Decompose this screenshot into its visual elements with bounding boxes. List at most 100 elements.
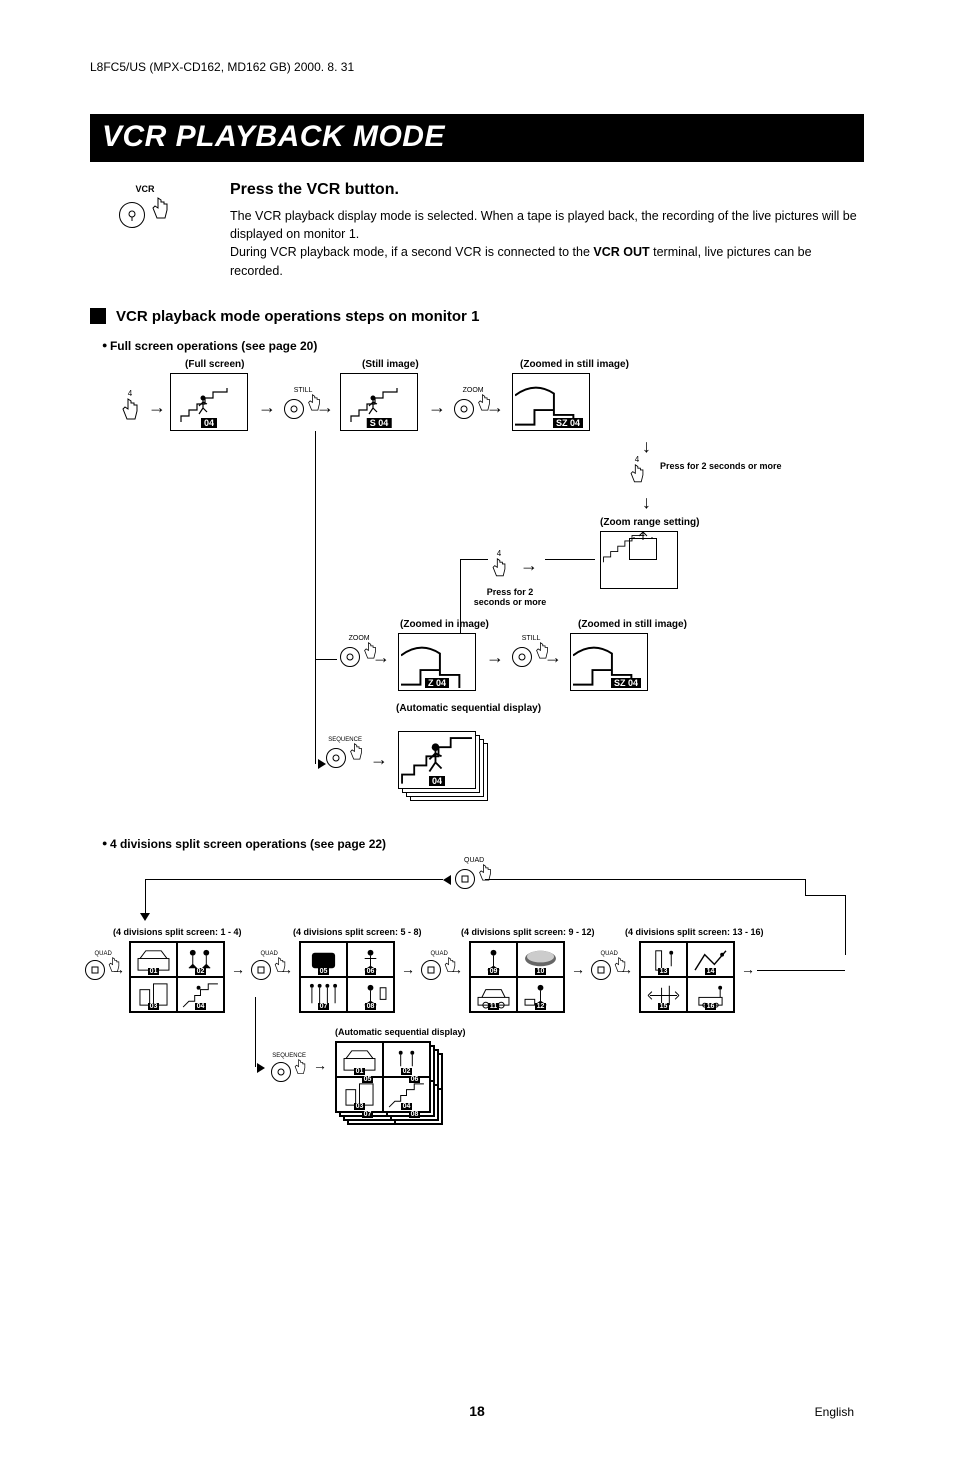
- button-still-label: STILL: [512, 635, 550, 642]
- cell-label: 10: [535, 968, 547, 975]
- bullet-4divisions: 4 divisions split screen operations (see…: [102, 837, 864, 851]
- arrow-right-icon: →: [520, 555, 538, 576]
- intro-line2: During VCR playback mode, if a second VC…: [230, 243, 864, 279]
- circle-icon: [340, 647, 360, 667]
- arrow-right-icon: →: [372, 647, 390, 668]
- button-4-label: 4: [628, 455, 646, 464]
- cell-label: 04: [401, 1103, 413, 1110]
- thumb-label: 04: [201, 418, 217, 428]
- bullet-fullscreen: Full screen operations (see page 20): [102, 339, 864, 353]
- arrow-right-icon: →: [428, 397, 446, 418]
- circle-icon: [284, 399, 304, 419]
- note-press2: Press for 2 seconds or more: [660, 461, 782, 472]
- cell-label: 12: [535, 1003, 547, 1010]
- arrow-down-icon: →: [639, 494, 660, 512]
- arrow-right-icon: →: [401, 961, 415, 977]
- cell-label: 07: [362, 1111, 374, 1118]
- arrow-right-icon: →: [571, 961, 585, 977]
- cell-label: 05: [318, 968, 330, 975]
- arrow-down-icon: →: [639, 438, 660, 456]
- thumb-zoomed: Z 04: [398, 633, 476, 691]
- arrow-right-icon: →: [486, 647, 504, 668]
- cell-label: 15: [658, 1003, 670, 1010]
- button-4-hold-2: 4: [490, 549, 508, 582]
- cell-label: 08: [409, 1111, 421, 1118]
- circle-icon: [454, 399, 474, 419]
- caption-zoomed: (Zoomed in image): [400, 619, 489, 630]
- hand-cursor-icon: [477, 864, 493, 884]
- cell-label: 02: [401, 1068, 413, 1075]
- note-press2-b: Press for 2 seconds or more: [470, 587, 550, 609]
- cell-label: 07: [318, 1003, 330, 1010]
- thumb-label: Z 04: [425, 678, 449, 688]
- hand-cursor-icon: [293, 1059, 307, 1077]
- quad-thumb-4: 13 14 15 16: [639, 941, 735, 1013]
- fullscreen-flow-diagram: 4 → (Full screen) 04 → STILL → (Still im…: [100, 359, 860, 829]
- quad-thumb-2: 05 06 07 08: [299, 941, 395, 1013]
- intro-text: Press the VCR button. The VCR playback d…: [230, 178, 864, 280]
- thumb-label: S 04: [367, 418, 392, 428]
- button-quad-label: QUAD: [455, 857, 493, 864]
- button-4: 4: [120, 389, 140, 426]
- vcr-circle-icon: [119, 202, 145, 228]
- arrow-right-icon: →: [279, 961, 293, 977]
- thumb-label: 04: [429, 776, 445, 786]
- page-number: 18: [0, 1403, 954, 1419]
- arrow-right-icon: →: [544, 647, 562, 668]
- thumb-zoom-range: [600, 531, 678, 589]
- caption-full: (Full screen): [185, 359, 244, 370]
- cell-label: 06: [409, 1076, 421, 1083]
- caption-zoom-range: (Zoom range setting): [600, 517, 699, 528]
- arrow-right-icon: →: [449, 961, 463, 977]
- button-sequence: SEQUENCE: [326, 737, 364, 768]
- caption-auto-seq: (Automatic sequential display): [396, 703, 541, 714]
- caption-quad4: (4 divisions split screen: 13 - 16): [625, 927, 764, 937]
- page-language: English: [815, 1405, 854, 1419]
- caption-auto-seq-2: (Automatic sequential display): [335, 1027, 466, 1037]
- quad-thumb-1: 01 02 03 04: [129, 941, 225, 1013]
- arrow-right-icon: →: [316, 397, 334, 418]
- button-4-label: 4: [490, 549, 508, 558]
- caption-zoomed-still: (Zoomed in still image): [520, 359, 629, 370]
- cell-label: 11: [488, 1003, 499, 1010]
- section-title: VCR playback mode operations steps on mo…: [116, 308, 479, 325]
- vcr-button-illustration: VCR: [90, 178, 200, 280]
- section-heading: VCR playback mode operations steps on mo…: [90, 308, 864, 325]
- button-zoom-label: ZOOM: [454, 387, 492, 394]
- circle-icon: [85, 960, 105, 980]
- intro-row: VCR Press the VCR button. The VCR playba…: [90, 178, 864, 280]
- circle-icon: [421, 960, 441, 980]
- arrows-icon: [631, 530, 655, 542]
- arrow-right-icon: →: [619, 961, 633, 977]
- caption-quad2: (4 divisions split screen: 5 - 8): [293, 927, 422, 937]
- vcr-label: VCR: [90, 184, 200, 194]
- page-title-bar: VCR PLAYBACK MODE: [90, 114, 864, 162]
- arrow-right-icon: →: [258, 397, 276, 418]
- cell-label: 03: [148, 1003, 160, 1010]
- caption-quad3: (4 divisions split screen: 9 - 12): [461, 927, 595, 937]
- cell-label: 01: [148, 968, 160, 975]
- hand-cursor-icon: [348, 743, 364, 763]
- thumb-label: SZ 04: [553, 418, 583, 428]
- arrow-right-icon: →: [370, 749, 388, 770]
- intro-line1: The VCR playback display mode is selecte…: [230, 207, 864, 243]
- header-note: L8FC5/US (MPX-CD162, MD162 GB) 2000. 8. …: [90, 60, 864, 74]
- hand-cursor-icon: [149, 196, 171, 227]
- cell-label: 02: [195, 968, 207, 975]
- hand-cursor-icon: [120, 398, 140, 424]
- button-4-hold: 4: [628, 455, 646, 488]
- thumb-fullscreen: 04: [170, 373, 248, 431]
- quad-thumb-3: 09 10 11 12: [469, 941, 565, 1013]
- caption-zoomed-still-2: (Zoomed in still image): [578, 619, 687, 630]
- quad-flow-diagram: QUAD (4 divisions split screen: 1 - 4) Q…: [85, 857, 865, 1117]
- arrow-right-icon: →: [111, 961, 125, 977]
- arrow-right-icon: →: [313, 1057, 327, 1073]
- circle-icon: [512, 647, 532, 667]
- cell-label: 16: [705, 1003, 717, 1010]
- arrow-right-icon: →: [741, 961, 755, 977]
- cell-label: 01: [354, 1068, 366, 1075]
- cell-label: 13: [658, 968, 670, 975]
- cell-label: 05: [362, 1076, 374, 1083]
- hand-cursor-icon: [628, 464, 646, 486]
- cell-label: 09: [488, 968, 500, 975]
